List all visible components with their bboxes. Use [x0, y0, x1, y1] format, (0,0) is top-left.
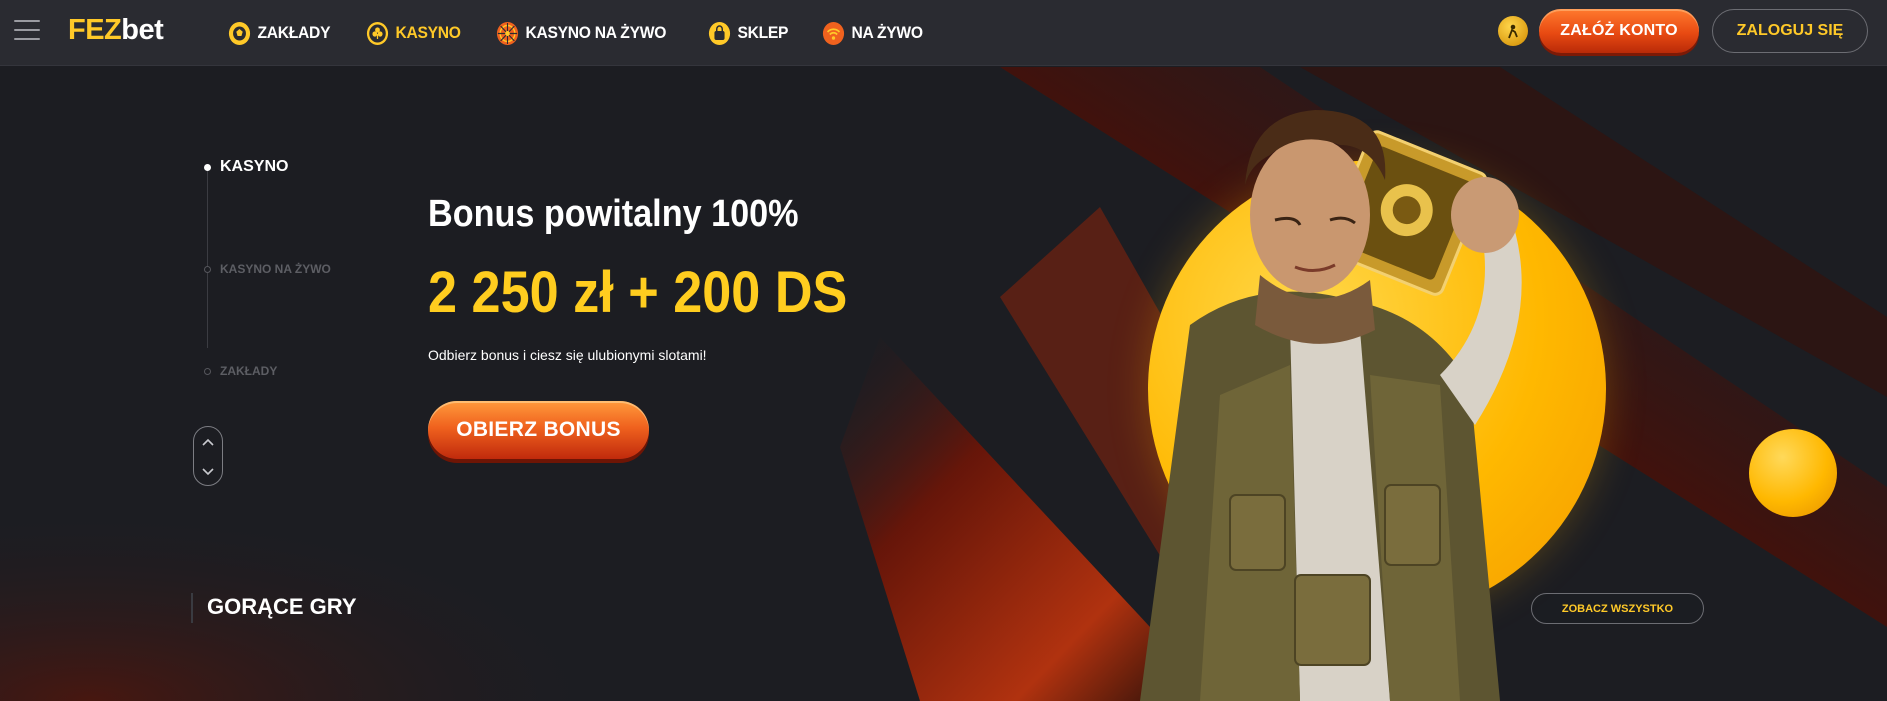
nav-item-na-zywo[interactable]: NA ŻYWO — [822, 21, 923, 46]
side-nav-line — [207, 168, 208, 348]
logo-part-2: bet — [121, 14, 164, 46]
floating-ball-button[interactable] — [1749, 429, 1837, 517]
side-nav-dot — [204, 265, 211, 273]
section-divider — [191, 593, 193, 623]
side-nav-label: KASYNO NA ŻYWO — [220, 262, 331, 276]
bag-icon — [708, 21, 731, 46]
logo[interactable]: FEZbet — [68, 14, 164, 47]
top-header: FEZbet ZAKŁADY KASYNO KASYNO NA ŻYWO SKL… — [0, 0, 1887, 66]
roulette-icon — [496, 21, 519, 46]
promo-badge-icon[interactable] — [1498, 16, 1528, 46]
side-nav-item-kasyno[interactable]: KASYNO — [204, 158, 288, 176]
nav-label: SKLEP — [737, 23, 789, 42]
see-all-button[interactable]: ZOBACZ WSZYSTKO — [1531, 593, 1704, 624]
side-nav-dot — [204, 163, 211, 171]
side-nav-item-kasyno-na-zywo[interactable]: KASYNO NA ŻYWO — [204, 262, 331, 276]
nav-item-zaklady[interactable]: ZAKŁADY — [228, 21, 331, 46]
side-nav-label: ZAKŁADY — [220, 364, 278, 378]
nav-item-kasyno[interactable]: KASYNO — [366, 21, 461, 46]
bonus-title: Bonus powitalny 100% — [428, 193, 799, 235]
logo-part-1: FEZ — [68, 14, 122, 46]
side-nav-dot — [204, 367, 211, 375]
club-icon — [366, 21, 389, 46]
menu-icon[interactable] — [14, 20, 40, 42]
hero-banner: KASYNO KASYNO NA ŻYWO ZAKŁADY Bonus powi… — [0, 67, 1887, 701]
chevron-up-icon[interactable] — [194, 427, 222, 456]
slider-arrows — [193, 426, 223, 486]
live-signal-icon — [822, 21, 845, 46]
bonus-amount: 2 250 zł + 200 DS — [428, 260, 848, 325]
bonus-subtitle: Odbierz bonus i ciesz się ulubionymi slo… — [428, 347, 707, 363]
nav-item-kasyno-na-zywo[interactable]: KASYNO NA ŻYWO — [496, 21, 666, 46]
register-button[interactable]: ZAŁÓŻ KONTO — [1539, 9, 1699, 53]
nav-item-sklep[interactable]: SKLEP — [708, 21, 788, 46]
nav-label: NA ŻYWO — [851, 23, 924, 42]
side-nav-item-zaklady[interactable]: ZAKŁADY — [204, 364, 277, 378]
section-title-hot-games: GORĄCE GRY — [207, 594, 357, 619]
nav-label: KASYNO NA ŻYWO — [525, 23, 667, 42]
chevron-down-icon[interactable] — [194, 457, 222, 486]
main-nav: ZAKŁADY KASYNO KASYNO NA ŻYWO SKLEP NA Ż… — [228, 0, 959, 66]
nav-label: KASYNO — [395, 23, 462, 42]
nav-label: ZAKŁADY — [257, 23, 331, 42]
soccer-ball-icon — [228, 21, 251, 46]
login-button[interactable]: ZALOGUJ SIĘ — [1712, 9, 1868, 53]
claim-bonus-button[interactable]: OBIERZ BONUS — [428, 401, 649, 459]
side-nav-label: KASYNO — [220, 158, 289, 175]
